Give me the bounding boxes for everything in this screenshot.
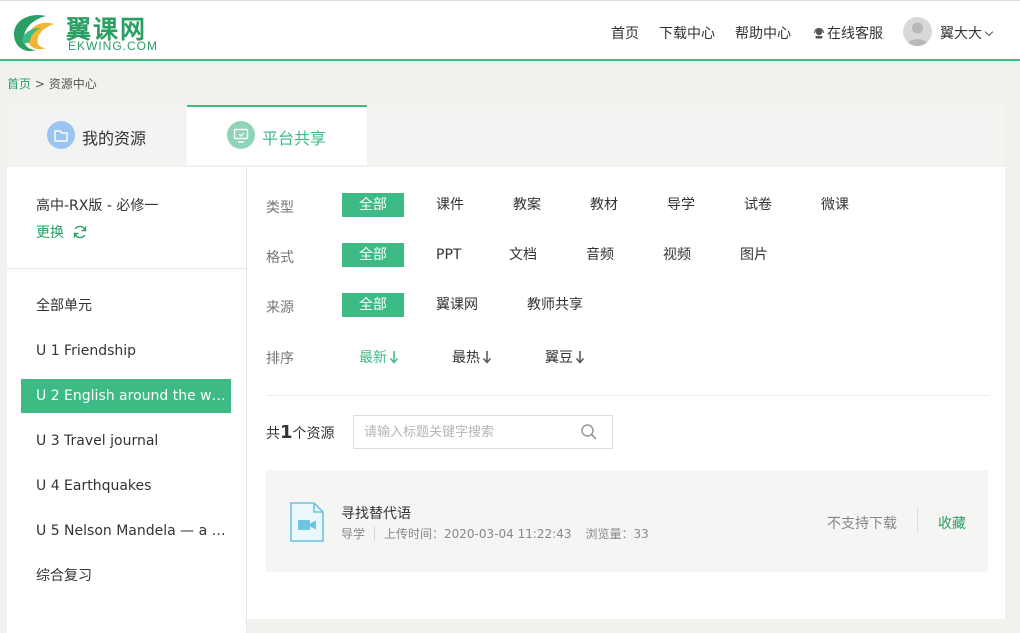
- video-file-icon: [290, 502, 324, 542]
- unit-item-5[interactable]: U 5 Nelson Mandela — a modern hero: [21, 514, 231, 548]
- logo-mark-icon: [14, 14, 54, 52]
- textbook-title: 高中-RX版 - 必修一: [36, 198, 159, 214]
- filter-format-document[interactable]: 文档: [509, 243, 537, 267]
- resource-main: 类型 全部 课件 教案 教材 导学 试卷 微课 格式 全部 PPT 文档 音频 …: [247, 167, 1005, 619]
- user-silhouette-icon: [906, 22, 929, 46]
- unit-item-2[interactable]: U 2 English around the world: [21, 379, 231, 413]
- sidebar-divider: [7, 268, 246, 269]
- resource-card: 寻找替代语 导学 上传时间：2020-03-04 11:22:43 浏览量：33 不…: [266, 470, 988, 572]
- tab-my-resources[interactable]: 我的资源: [7, 105, 187, 165]
- filter-source-all[interactable]: 全部: [342, 293, 404, 317]
- resource-views: 浏览量：33: [585, 527, 649, 541]
- headset-icon: [813, 27, 825, 39]
- breadcrumb-current: 资源中心: [48, 77, 97, 91]
- search-box: [353, 415, 613, 449]
- result-count: 共1个资源: [266, 422, 335, 443]
- filter-format-label: 格式: [266, 250, 294, 266]
- monitor-icon: [227, 121, 255, 149]
- resource-upload-time: 上传时间：2020-03-04 11:22:43: [384, 527, 572, 541]
- filter-type-exam[interactable]: 试卷: [744, 193, 772, 217]
- filter-divider: [266, 395, 990, 396]
- change-textbook-label: 更换: [36, 225, 64, 241]
- filter-type-guide[interactable]: 导学: [667, 193, 695, 217]
- result-count-suffix: 个资源: [292, 426, 335, 442]
- sort-label: 排序: [266, 351, 294, 367]
- filter-format-video[interactable]: 视频: [663, 243, 691, 267]
- unit-item-4[interactable]: U 4 Earthquakes: [21, 469, 231, 503]
- filter-source-teacher-share[interactable]: 教师共享: [527, 293, 583, 317]
- filter-format-image[interactable]: 图片: [740, 243, 768, 267]
- top-header: 翼课网 EKWING.COM 首页 下载中心 帮助中心 在线客服 翼大大: [0, 0, 1020, 61]
- unit-item-all[interactable]: 全部单元: [21, 289, 231, 323]
- filter-type-textbook[interactable]: 教材: [590, 193, 618, 217]
- arrow-down-icon: [482, 351, 492, 364]
- download-status: 不支持下载: [827, 516, 897, 532]
- filter-type-courseware[interactable]: 课件: [436, 193, 464, 217]
- resource-title[interactable]: 寻找替代语: [341, 503, 411, 523]
- filter-type-all[interactable]: 全部: [342, 193, 404, 217]
- unit-item-3[interactable]: U 3 Travel journal: [21, 424, 231, 458]
- result-count-number: 1: [280, 422, 293, 443]
- nav-online-service-label: 在线客服: [827, 26, 883, 42]
- sort-newest-label: 最新: [359, 350, 387, 366]
- nav-download-center[interactable]: 下载中心: [659, 23, 715, 43]
- unit-item-review[interactable]: 综合复习: [21, 559, 231, 593]
- site-logo[interactable]: 翼课网 EKWING.COM: [8, 8, 158, 56]
- filter-format-ppt[interactable]: PPT: [436, 243, 461, 267]
- favorite-button[interactable]: 收藏: [938, 513, 966, 533]
- filter-source-label: 来源: [266, 300, 294, 316]
- chevron-down-icon: [984, 27, 994, 37]
- nav-help-center[interactable]: 帮助中心: [735, 23, 791, 43]
- filter-type-micro-lesson[interactable]: 微课: [821, 193, 849, 217]
- meta-separator: [374, 526, 376, 540]
- logo-subtitle: EKWING.COM: [68, 39, 158, 53]
- filter-format-all[interactable]: 全部: [342, 243, 404, 267]
- user-name-label: 翼大大: [940, 26, 982, 42]
- tab-platform-share[interactable]: 平台共享: [187, 105, 367, 165]
- sort-hottest-label: 最热: [452, 350, 480, 366]
- nav-online-service[interactable]: 在线客服: [813, 23, 883, 43]
- sort-beans-label: 翼豆: [545, 350, 573, 366]
- search-input[interactable]: [354, 416, 574, 448]
- arrow-down-icon: [389, 351, 399, 364]
- search-icon[interactable]: [580, 423, 598, 441]
- resource-tabs: 我的资源 平台共享: [7, 105, 1005, 165]
- tab-platform-share-label: 平台共享: [262, 129, 327, 148]
- tab-my-resources-label: 我的资源: [82, 129, 147, 148]
- sort-hottest[interactable]: 最热: [452, 347, 492, 367]
- breadcrumb-separator: >: [31, 77, 49, 91]
- avatar[interactable]: [903, 17, 932, 46]
- nav-home[interactable]: 首页: [611, 23, 639, 43]
- filter-source-ekwing[interactable]: 翼课网: [436, 293, 478, 317]
- unit-item-1[interactable]: U 1 Friendship: [21, 334, 231, 368]
- card-separator: [917, 506, 918, 534]
- breadcrumb: 首页 > 资源中心: [7, 75, 97, 92]
- filter-type-label: 类型: [266, 200, 294, 216]
- change-textbook-link[interactable]: 更换: [36, 222, 88, 242]
- filter-type-lesson-plan[interactable]: 教案: [513, 193, 541, 217]
- sort-beans[interactable]: 翼豆: [545, 347, 585, 367]
- unit-sidebar: 高中-RX版 - 必修一 更换 全部单元 U 1 Friendship U 2 …: [7, 167, 246, 633]
- folder-icon: [47, 121, 75, 149]
- breadcrumb-home[interactable]: 首页: [7, 77, 31, 91]
- result-count-prefix: 共: [266, 426, 280, 442]
- resource-meta: 导学 上传时间：2020-03-04 11:22:43 浏览量：33: [341, 525, 649, 542]
- resource-category: 导学: [341, 527, 366, 541]
- sort-newest[interactable]: 最新: [359, 347, 399, 367]
- filter-format-audio[interactable]: 音频: [586, 243, 614, 267]
- refresh-icon: [74, 225, 87, 239]
- arrow-down-icon: [575, 351, 585, 364]
- user-menu[interactable]: 翼大大: [940, 23, 994, 43]
